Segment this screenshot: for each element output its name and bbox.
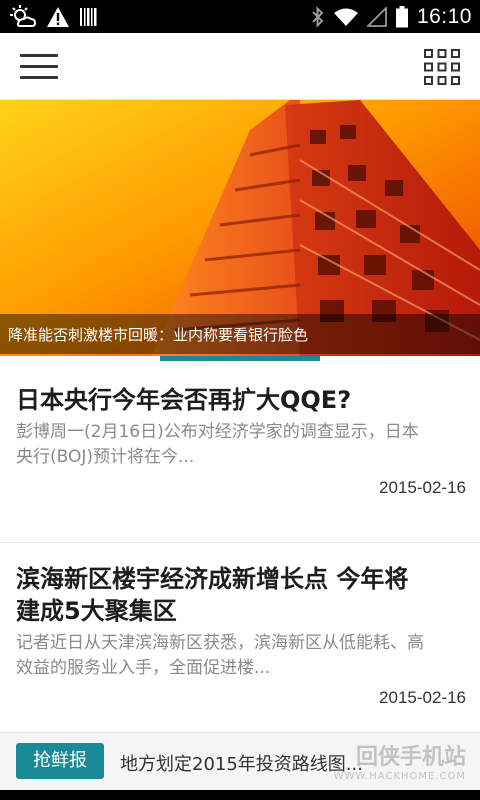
breaking-news-button[interactable]: 抢鲜报 [16, 743, 104, 779]
news-summary-line: 彭博周一(2月16日)公布对经济学家的调查显示，日本 [16, 422, 419, 442]
news-title: 日本央行今年会否再扩大QQE? [16, 386, 352, 414]
battery-icon [395, 5, 408, 27]
news-summary-line: 记者近日从天津滨海新区获悉，滨海新区从低能耗、高 [16, 633, 424, 653]
weather-icon [10, 4, 36, 27]
bluetooth-icon [312, 5, 324, 28]
hamburger-menu-icon[interactable] [20, 53, 60, 81]
status-left-icons [10, 4, 98, 29]
watermark-brand: 回侠手机站 [355, 745, 466, 770]
news-date: 2015-02-16 [379, 688, 466, 707]
news-title: 滨海新区楼宇经济成新增长点 今年将 建成5大聚集区 [16, 563, 466, 627]
news-summary: 记者近日从天津滨海新区获悉，滨海新区从低能耗、高 效益的服务业入手，全面促进楼.… [16, 631, 466, 681]
banner-indicator-active [160, 356, 320, 361]
news-summary-line: 效益的服务业入手，全面促进楼... [16, 658, 271, 678]
news-date: 2015-02-16 [379, 478, 466, 497]
news-ticker: 抢鲜报 地方划定2015年投资路线图... 回侠手机站 WWW.HACKHOME… [0, 732, 480, 790]
news-list-item[interactable]: 滨海新区楼宇经济成新增长点 今年将 建成5大聚集区 记者近日从天津滨海新区获悉，… [0, 543, 480, 725]
alert-icon [47, 6, 69, 27]
news-summary-line: 央行(BOJ)预计将在今... [16, 447, 195, 467]
signal-icon [366, 6, 387, 27]
grid-apps-icon[interactable] [424, 49, 460, 85]
status-bar: 16:10 [0, 0, 480, 33]
watermark: 回侠手机站 WWW.HACKHOME.COM [294, 735, 474, 789]
news-summary: 彭博周一(2月16日)公布对经济学家的调查显示，日本 央行(BOJ)预计将在今.… [16, 420, 466, 470]
watermark-url: WWW.HACKHOME.COM [333, 771, 466, 782]
bottom-edge [0, 790, 480, 800]
news-banner[interactable]: 降准能否刺激楼市回暖：业内称要看银行脸色 [0, 100, 480, 360]
banner-caption: 降准能否刺激楼市回暖：业内称要看银行脸色 [8, 326, 309, 344]
barcode-icon [80, 7, 97, 26]
status-right-icons: 16:10 [311, 4, 472, 29]
wifi-icon [333, 8, 358, 26]
banner-caption-bar: 降准能否刺激楼市回暖：业内称要看银行脸色 [0, 314, 480, 354]
news-title-line: 建成5大聚集区 [16, 597, 177, 625]
status-time: 16:10 [416, 4, 472, 28]
app-bar [0, 33, 480, 100]
news-list-item[interactable]: 日本央行今年会否再扩大QQE? 彭博周一(2月16日)公布对经济学家的调查显示，… [0, 362, 480, 542]
news-title-line: 滨海新区楼宇经济成新增长点 今年将 [16, 565, 409, 593]
